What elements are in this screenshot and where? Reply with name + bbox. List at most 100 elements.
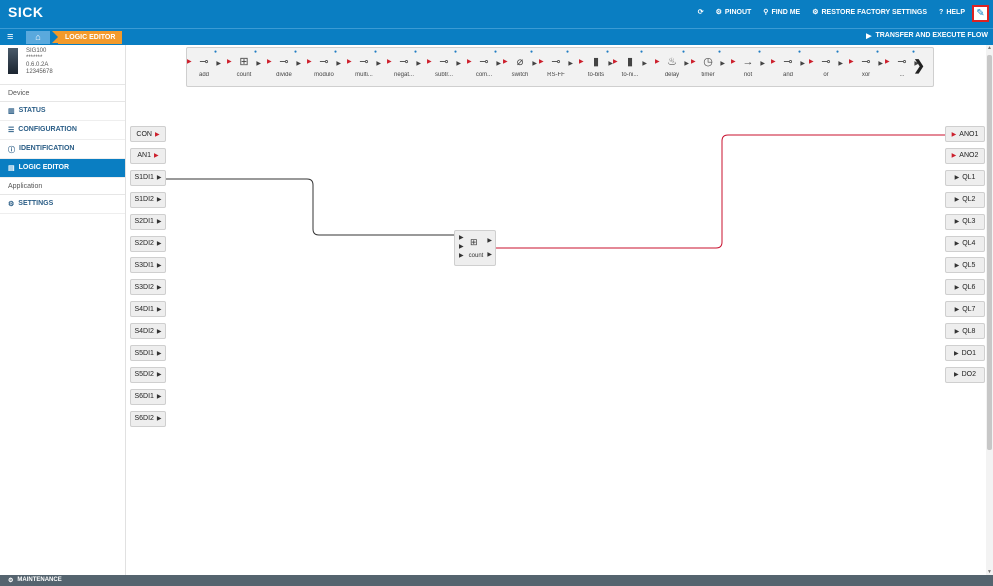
input-port-s2di1[interactable]: S2DI1 ▶ [130, 213, 166, 230]
port-arrow-icon[interactable]: ▶ [955, 240, 960, 247]
port-arrow-icon[interactable]: ▶ [954, 350, 959, 357]
port-arrow-icon[interactable]: ▶ [955, 284, 960, 291]
input-port-s3di2[interactable]: S3DI2 ▶ [130, 279, 166, 296]
palette-tool-more[interactable]: ● ▶ ⊸ ▶... [885, 48, 919, 86]
port-arrow-icon[interactable]: ▶ [952, 152, 957, 159]
port-arrow-icon[interactable]: ▶ [955, 306, 960, 313]
port-arrow-icon[interactable]: ▶ [157, 371, 162, 378]
output-port-ano2[interactable]: ▶ ANO2 [945, 147, 985, 164]
info-icon[interactable]: ● [682, 49, 685, 55]
palette-tool-xor[interactable]: ● ▶ ⊸ ▶ xor [849, 48, 883, 86]
edit-mode-button[interactable]: ✎ [972, 5, 989, 22]
input-port-s6di1[interactable]: S6DI1 ▶ [130, 388, 166, 405]
input-port-s5di2[interactable]: S5DI2 ▶ [130, 366, 166, 383]
port-arrow-icon[interactable]: ▶ [955, 196, 960, 203]
scrollbar-thumb[interactable] [987, 55, 992, 450]
output-port-do1[interactable]: ▶ DO1 [945, 345, 985, 361]
block-output-arrow-icon[interactable]: ▶ [487, 237, 492, 244]
info-icon[interactable]: ● [640, 49, 643, 55]
port-arrow-icon[interactable]: ▶ [157, 196, 162, 203]
port-arrow-icon[interactable]: ▶ [157, 262, 162, 269]
input-port-s5di1[interactable]: S5DI1 ▶ [130, 345, 166, 361]
breadcrumb-logic-editor[interactable]: LOGIC EDITOR [51, 31, 123, 44]
output-port-ql1[interactable]: ▶ QL1 [945, 169, 985, 186]
sidebar-item-identification[interactable]: ⓘ IDENTIFICATION [0, 140, 125, 159]
info-icon[interactable]: ● [912, 49, 915, 55]
input-port-s1di1[interactable]: S1DI1 ▶ [130, 169, 166, 186]
block-output-arrow-icon[interactable]: ▶ [487, 251, 492, 258]
home-icon[interactable]: ⌂ [26, 31, 50, 44]
palette-tool-add[interactable]: ● ▶ ⊸ ▶ add [187, 48, 221, 86]
palette-tool-or[interactable]: ● ▶ ⊸ ▶ or [809, 48, 843, 86]
info-icon[interactable]: ● [214, 49, 217, 55]
port-arrow-icon[interactable]: ▶ [155, 131, 160, 138]
output-port-ql2[interactable]: ▶ QL2 [945, 191, 985, 208]
port-arrow-icon[interactable]: ▶ [955, 218, 960, 225]
port-arrow-icon[interactable]: ▶ [157, 393, 162, 400]
port-arrow-icon[interactable]: ▶ [955, 328, 960, 335]
port-arrow-icon[interactable]: ▶ [157, 174, 162, 181]
palette-tool-switch[interactable]: ● ▶ ⌀ ▶ switch [503, 48, 537, 86]
input-port-s3di1[interactable]: S3DI1 ▶ [130, 257, 166, 274]
output-port-ql6[interactable]: ▶ QL6 [945, 279, 985, 296]
header-menu-pinout[interactable]: ⚙ PINOUT [716, 8, 752, 17]
info-icon[interactable]: ● [758, 49, 761, 55]
info-icon[interactable]: ● [606, 49, 609, 55]
palette-tool-not[interactable]: ● ▶ → ▶ not [731, 48, 765, 86]
palette-tool-delay[interactable]: ● ▶ ♨ ▶ delay [655, 48, 689, 86]
port-arrow-icon[interactable]: ▶ [955, 262, 960, 269]
port-arrow-icon[interactable]: ▶ [157, 218, 162, 225]
info-icon[interactable]: ● [374, 49, 377, 55]
block-input-arrow-icon[interactable]: ▶ [459, 243, 464, 250]
info-icon[interactable]: ● [876, 49, 879, 55]
header-menu-help[interactable]: ? HELP [939, 8, 965, 16]
info-icon[interactable]: ● [294, 49, 297, 55]
sidebar-item-settings[interactable]: ⚙ SETTINGS [0, 195, 125, 214]
sidebar-item-status[interactable]: ▥ STATUS [0, 102, 125, 121]
sidebar-item-logic-editor[interactable]: ▤ LOGIC EDITOR [0, 159, 125, 178]
palette-tool-to-bits[interactable]: ● ▶ ▮ ▶ to-bits [579, 48, 613, 86]
port-arrow-icon[interactable]: ▶ [157, 306, 162, 313]
vertical-scrollbar[interactable]: ▲ ▼ [986, 45, 993, 575]
output-port-ql5[interactable]: ▶ QL5 [945, 257, 985, 274]
input-port-s2di2[interactable]: S2DI2 ▶ [130, 235, 166, 252]
palette-tool-divide[interactable]: ● ▶ ⊸ ▶ divide [267, 48, 301, 86]
info-icon[interactable]: ● [798, 49, 801, 55]
wire-count-to-ano1[interactable] [496, 134, 949, 249]
input-port-an1[interactable]: AN1 ▶ [130, 147, 166, 164]
port-arrow-icon[interactable]: ▶ [157, 415, 162, 422]
port-arrow-icon[interactable]: ▶ [157, 284, 162, 291]
palette-tool-multiply[interactable]: ● ▶ ⊸ ▶ multi... [347, 48, 381, 86]
transfer-and-execute-button[interactable]: ▶ TRANSFER AND EXECUTE FLOW [866, 32, 988, 40]
port-arrow-icon[interactable]: ▶ [954, 371, 959, 378]
header-menu-find-me[interactable]: ⚲ FIND ME [763, 8, 800, 17]
info-icon[interactable]: ● [254, 49, 257, 55]
palette-tool-subtract[interactable]: ● ▶ ⊸ ▶ subtr... [427, 48, 461, 86]
palette-tool-to-nibble[interactable]: ● ▶ ▮ ▶ to-ni... [613, 48, 647, 86]
port-arrow-icon[interactable]: ▶ [157, 240, 162, 247]
wire-s1di1-to-count[interactable] [166, 178, 454, 236]
input-port-s1di2[interactable]: S1DI2 ▶ [130, 191, 166, 208]
port-arrow-icon[interactable]: ▶ [157, 328, 162, 335]
port-arrow-icon[interactable]: ▶ [952, 131, 957, 138]
output-port-ql4[interactable]: ▶ QL4 [945, 235, 985, 252]
info-icon[interactable]: ● [494, 49, 497, 55]
info-icon[interactable]: ● [334, 49, 337, 55]
info-icon[interactable]: ● [718, 49, 721, 55]
input-port-s4di2[interactable]: S4DI2 ▶ [130, 323, 166, 340]
logic-canvas[interactable]: CON ▶ AN1 ▶ S1DI1 ▶ S1DI2 ▶ S2DI1 ▶ S2DI2 ▶ S3DI1 ▶ S3… [127, 90, 985, 575]
header-menu-refresh[interactable]: ⟳ [698, 8, 704, 16]
palette-tool-count[interactable]: ● ▶ ⊞ ▶ count [227, 48, 261, 86]
info-icon[interactable]: ● [454, 49, 457, 55]
info-icon[interactable]: ● [566, 49, 569, 55]
count-block[interactable]: ▶ ▶ ▶ ⊞ count ▶ ▶ [454, 230, 496, 266]
header-menu-restore-factory-settings[interactable]: ⚙ RESTORE FACTORY SETTINGS [812, 8, 927, 17]
output-port-ql7[interactable]: ▶ QL7 [945, 301, 985, 318]
info-icon[interactable]: ● [414, 49, 417, 55]
output-port-ano1[interactable]: ▶ ANO1 [945, 126, 985, 142]
input-port-s4di1[interactable]: S4DI1 ▶ [130, 301, 166, 318]
scroll-up-icon[interactable]: ▲ [987, 45, 992, 51]
maintenance-bar[interactable]: ⚙ MAINTENANCE [0, 575, 993, 586]
input-port-s6di2[interactable]: S6DI2 ▶ [130, 410, 166, 427]
palette-tool-rs-ff[interactable]: ● ▶ ⊸ ▶ RS-FF [539, 48, 573, 86]
